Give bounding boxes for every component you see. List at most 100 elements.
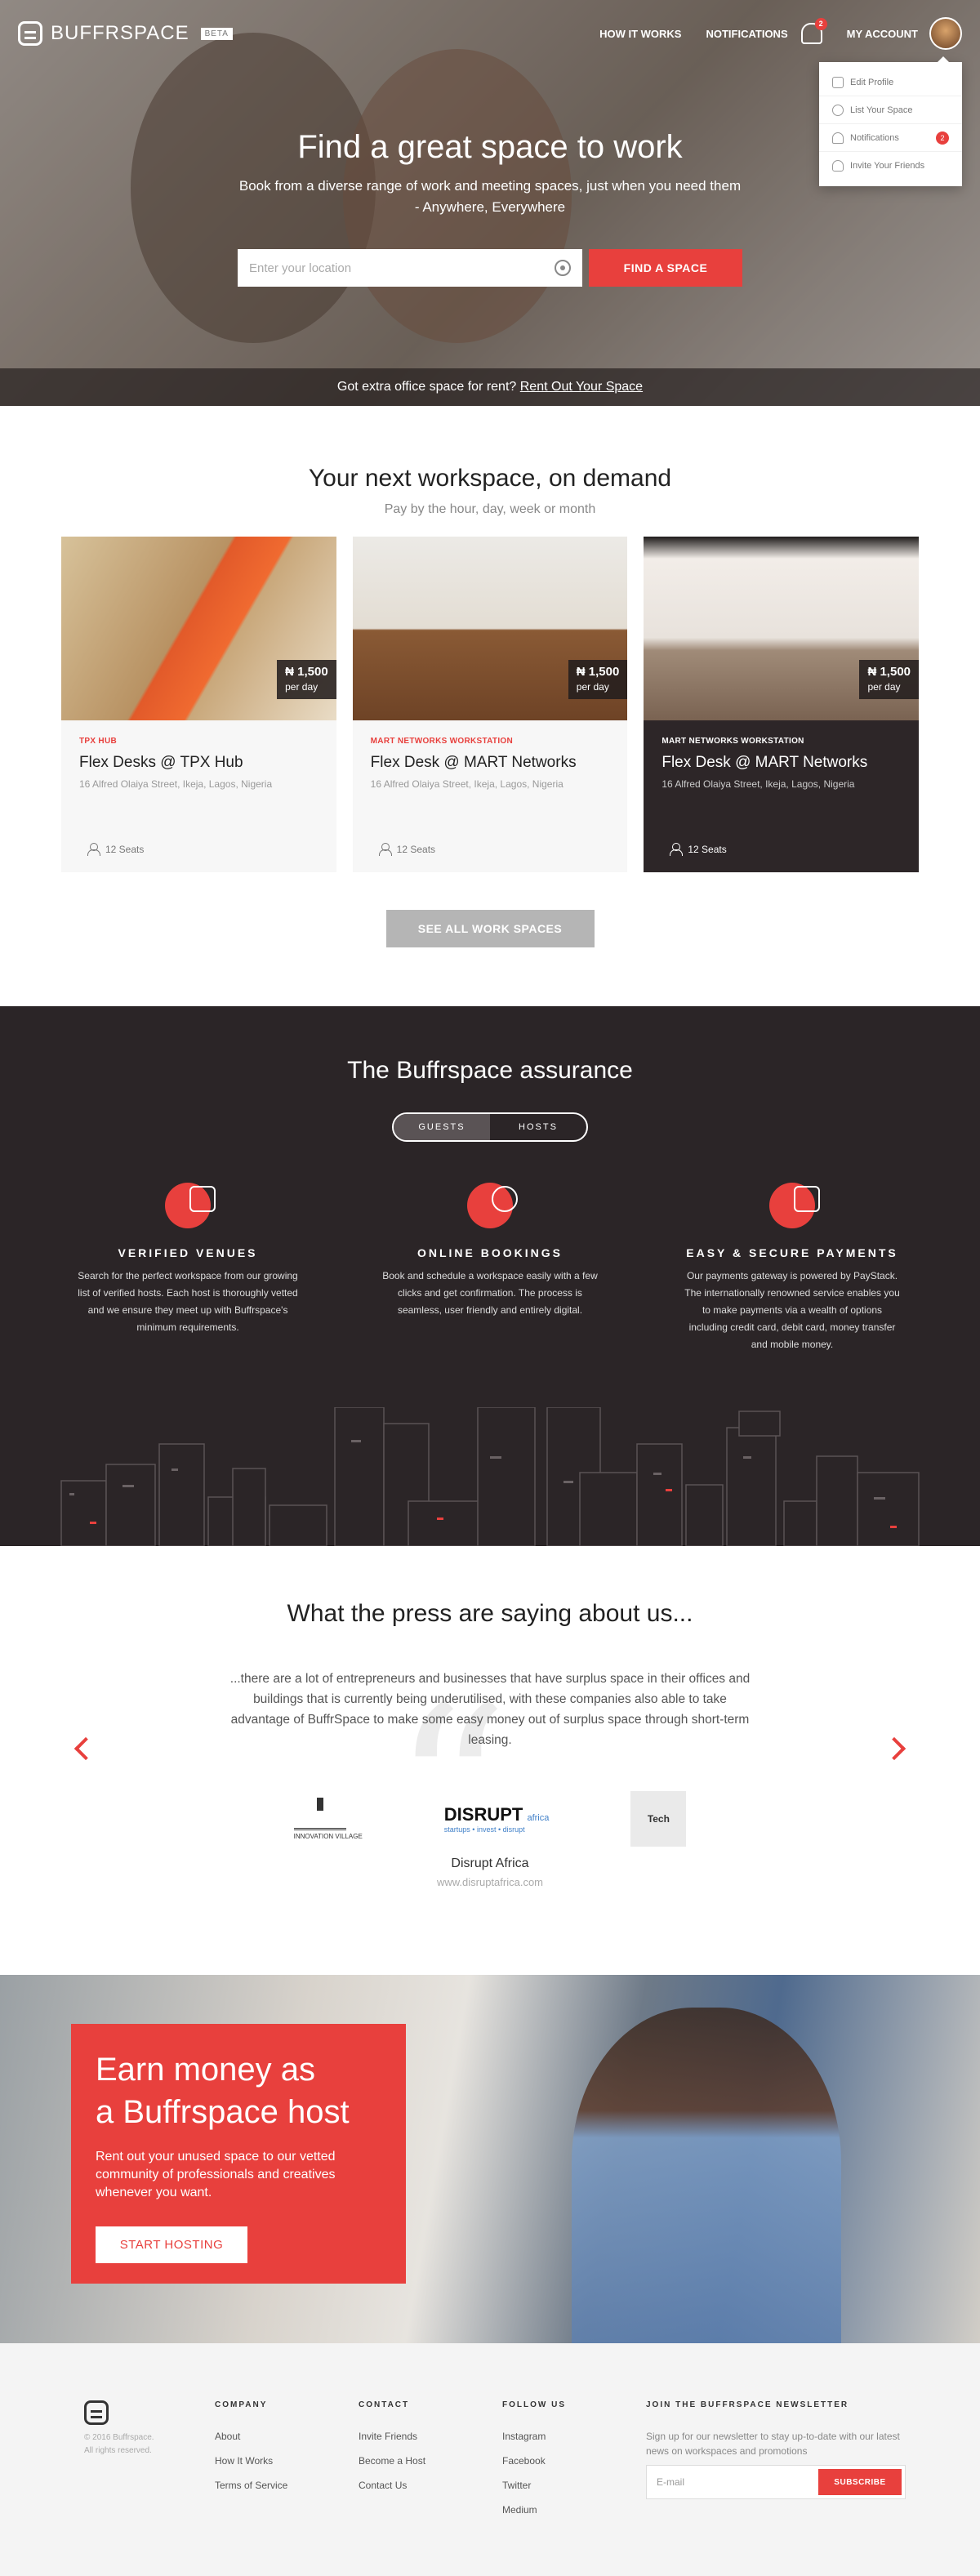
press-quote: ...there are a lot of entrepreneurs and … — [229, 1672, 751, 1747]
newsletter-form: SUBSCRIBE — [646, 2465, 906, 2499]
footer-link-become-host[interactable]: Become a Host — [359, 2455, 502, 2467]
user-icon — [87, 843, 100, 856]
host-cta-box: Earn money as a Buffrspace host Rent out … — [71, 2024, 406, 2284]
price-period: per day — [576, 681, 609, 693]
feature-secure-payments: EASY & SECURE PAYMENTS Our payments gate… — [682, 1183, 902, 1353]
feature-title: VERIFIED VENUES — [118, 1246, 258, 1259]
feature-verified-venues: VERIFIED VENUES Search for the perfect w… — [78, 1183, 298, 1353]
menu-item-invite-friends[interactable]: Invite Your Friends — [819, 152, 962, 180]
avatar[interactable] — [929, 17, 962, 50]
logo-icon — [18, 21, 42, 46]
user-icon — [378, 843, 392, 856]
footer-follow: FOLLOW US Instagram Facebook Twitter Med… — [502, 2400, 646, 2576]
wallet-icon — [769, 1183, 820, 1228]
workspace-address: 16 Alfred Olaiya Street, Ikeja, Lagos, N… — [370, 778, 564, 790]
techcabal-logo[interactable]: Tech — [630, 1791, 687, 1847]
globe-icon — [467, 1183, 518, 1228]
edit-icon — [832, 76, 844, 88]
footer-link-how-it-works[interactable]: How It Works — [215, 2455, 359, 2467]
footer-link-instagram[interactable]: Instagram — [502, 2431, 646, 2442]
footer-heading: COMPANY — [215, 2400, 268, 2409]
feature-text: Search for the perfect workspace from ou… — [78, 1270, 298, 1333]
workspace-address: 16 Alfred Olaiya Street, Ikeja, Lagos, N… — [662, 778, 855, 790]
copyright-line-2: All rights reserved. — [84, 2446, 152, 2455]
crosshair-icon[interactable] — [555, 260, 571, 276]
host-tag: TPX HUB — [79, 737, 117, 746]
workspace-card-selected[interactable]: ₦ 1,500 per day MART NETWORKS WORKSTATION… — [644, 537, 920, 872]
menu-item-edit-profile[interactable]: Edit Profile — [819, 69, 962, 96]
menu-item-label: List Your Space — [850, 105, 913, 115]
footer-heading: CONTACT — [359, 2400, 410, 2409]
price-period: per day — [285, 681, 318, 693]
email-field[interactable] — [657, 2476, 818, 2488]
workspace-name[interactable]: Flex Desks @ TPX Hub — [79, 754, 318, 772]
workspace-photo: ₦ 1,500 per day — [644, 537, 920, 720]
logo-icon[interactable] — [84, 2400, 109, 2425]
footer-link-medium[interactable]: Medium — [502, 2504, 646, 2516]
bell-icon[interactable]: 2 — [800, 18, 827, 44]
footer-contact: CONTACT Invite Friends Become a Host Con… — [359, 2400, 502, 2576]
see-all-workspaces-button[interactable]: SEE ALL WORK SPACES — [385, 910, 595, 947]
footer-newsletter: JOIN THE BUFFRSPACE NEWSLETTER Sign up f… — [646, 2400, 907, 2576]
logo-text: Tech — [647, 1813, 670, 1825]
workspace-address: 16 Alfred Olaiya Street, Ikeja, Lagos, N… — [79, 778, 273, 790]
innovation-village-logo[interactable]: INNOVATION VILLAGE — [293, 1798, 363, 1840]
nav-notifications[interactable]: NOTIFICATIONS — [706, 28, 787, 40]
footer-link-invite-friends[interactable]: Invite Friends — [359, 2431, 502, 2442]
footer-link-terms[interactable]: Terms of Service — [215, 2480, 359, 2491]
host-section: Earn money as a Buffrspace host Rent out … — [0, 1975, 980, 2343]
start-hosting-button[interactable]: START HOSTING — [96, 2226, 247, 2263]
location-input[interactable] — [249, 261, 555, 275]
host-title-line-1: Earn money as — [96, 2052, 316, 2088]
host-tag: MART NETWORKS WORKSTATION — [662, 737, 804, 746]
price-amount: ₦ 1,500 — [576, 665, 620, 679]
invite-icon — [832, 160, 844, 172]
chevron-right-icon[interactable] — [882, 1736, 906, 1761]
menu-item-list-your-space[interactable]: List Your Space — [819, 96, 962, 124]
thumbs-up-icon — [165, 1183, 216, 1228]
rent-out-text: Got extra office space for rent? — [336, 380, 517, 394]
feature-online-bookings: ONLINE BOOKINGS Book and schedule a work… — [380, 1183, 600, 1353]
notification-count-badge: 2 — [936, 131, 949, 145]
seat-label: 12 Seats — [688, 844, 727, 855]
host-title-line-2: a Buffrspace host — [96, 2094, 350, 2130]
beta-badge: BETA — [200, 27, 233, 40]
footer-link-facebook[interactable]: Facebook — [502, 2455, 646, 2467]
rent-out-link[interactable]: Rent Out Your Space — [520, 380, 643, 394]
rent-out-banner: Got extra office space for rent? Rent Ou… — [0, 368, 980, 406]
footer-company: COMPANY About How It Works Terms of Serv… — [215, 2400, 359, 2576]
footer-link-contact-us[interactable]: Contact Us — [359, 2480, 502, 2491]
host-title: Earn money as a Buffrspace host — [96, 2048, 381, 2133]
workspace-name[interactable]: Flex Desk @ MART Networks — [371, 754, 610, 772]
find-space-button[interactable]: FIND A SPACE — [589, 249, 742, 287]
workspace-name[interactable]: Flex Desk @ MART Networks — [662, 754, 901, 772]
nav-how-it-works[interactable]: HOW IT WORKS — [599, 28, 681, 40]
workspace-card[interactable]: ₦ 1,500 per day TPX HUB Flex Desks @ TPX … — [61, 537, 336, 872]
footer-link-twitter[interactable]: Twitter — [502, 2480, 646, 2491]
price-tag: ₦ 1,500 per day — [568, 660, 628, 699]
chevron-left-icon[interactable] — [74, 1736, 98, 1761]
price-tag: ₦ 1,500 per day — [859, 660, 920, 699]
footer-link-about[interactable]: About — [215, 2431, 359, 2442]
seat-label: 12 Seats — [105, 844, 145, 855]
menu-item-notifications[interactable]: Notifications 2 — [819, 124, 962, 152]
price-tag: ₦ 1,500 per day — [277, 660, 336, 699]
search-box — [238, 249, 582, 287]
menu-item-label: Invite Your Friends — [850, 161, 925, 171]
seat-count: 12 Seats — [670, 843, 727, 856]
price-amount: ₦ 1,500 — [285, 665, 328, 679]
tab-hosts[interactable]: HOSTS — [490, 1114, 586, 1140]
account-dropdown-menu: Edit Profile List Your Space Notificatio… — [819, 56, 962, 186]
tab-guests[interactable]: GUESTS — [394, 1114, 490, 1140]
subscribe-button[interactable]: SUBSCRIBE — [818, 2469, 902, 2495]
brand-logo[interactable]: BUFFRSPACE BETA — [18, 21, 233, 46]
price-period: per day — [867, 681, 901, 693]
footer-brand: © 2016 Buffrspace. All rights reserved. — [84, 2400, 215, 2576]
press-section: What the press are saying about us... “ … — [0, 1546, 980, 1975]
workspace-photo: ₦ 1,500 per day — [352, 537, 628, 720]
logo-text: INNOVATION VILLAGE — [293, 1833, 363, 1840]
brand-name: BUFFRSPACE — [51, 22, 189, 44]
workspaces-section: Your next workspace, on demand Pay by th… — [0, 406, 980, 1006]
nav-my-account[interactable]: MY ACCOUNT — [847, 28, 918, 40]
workspace-card[interactable]: ₦ 1,500 per day MART NETWORKS WORKSTATION… — [352, 537, 628, 872]
